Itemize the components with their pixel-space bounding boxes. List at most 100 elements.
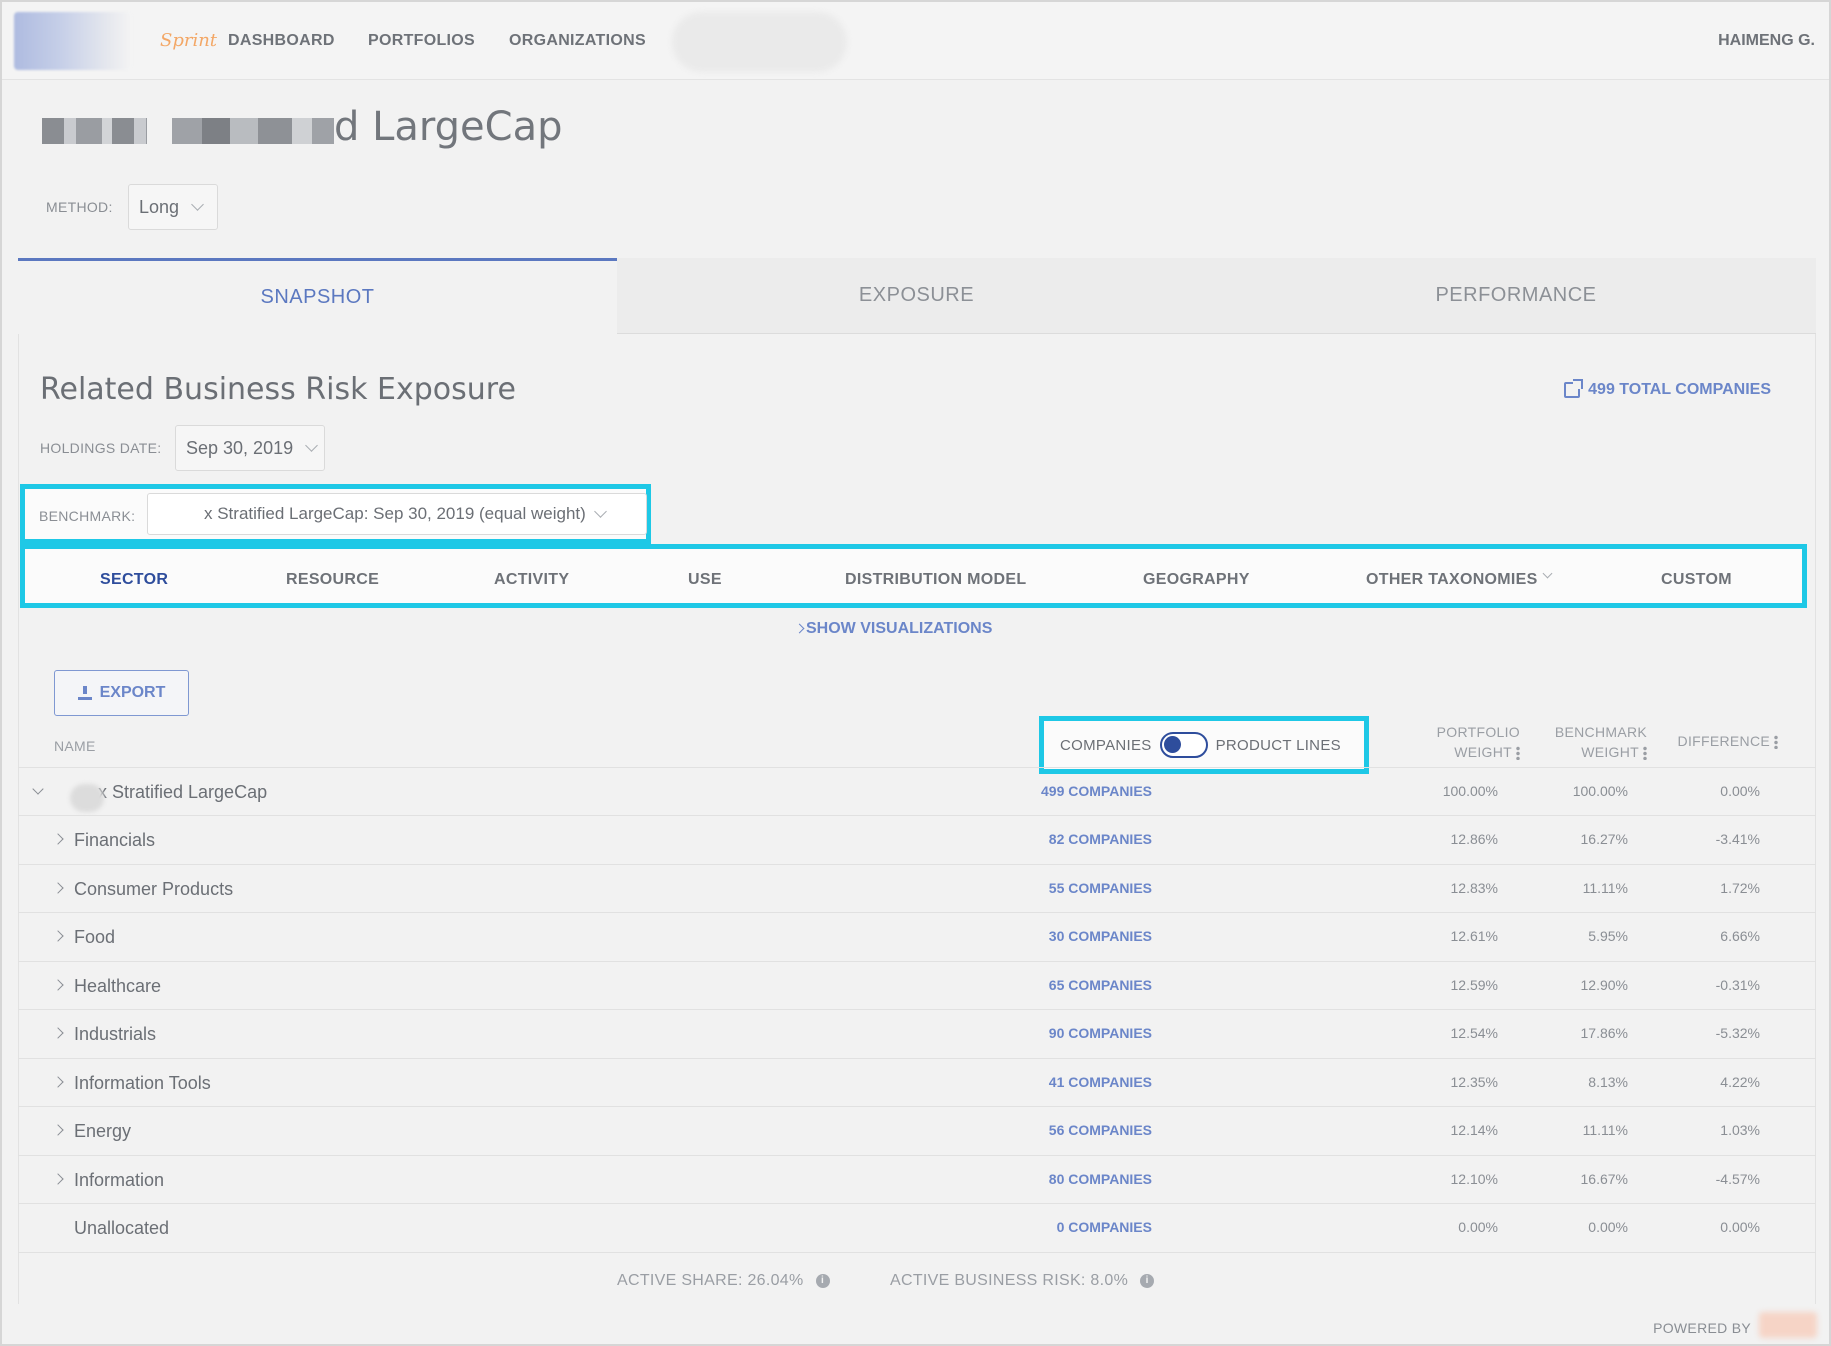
row-difference: 4.22% <box>1720 1074 1760 1090</box>
nav-portfolios[interactable]: PORTFOLIOS <box>368 32 475 50</box>
chevron-right-icon[interactable] <box>52 979 64 991</box>
row-benchmark-weight: 100.00% <box>1572 783 1628 799</box>
benchmark-weight-header[interactable]: BENCHMARK WEIGHT <box>1512 722 1647 762</box>
active-business-risk-metric: ACTIVE BUSINESS RISK: 8.0% i <box>890 1272 1155 1290</box>
row-benchmark-weight: 5.95% <box>1588 928 1628 944</box>
row-benchmark-weight: 0.00% <box>1588 1219 1628 1235</box>
difference-header-label: DIFFERENCE <box>1677 733 1770 749</box>
subtab-use[interactable]: USE <box>688 571 722 589</box>
row-difference: 0.00% <box>1720 783 1760 799</box>
row-portfolio-weight: 12.10% <box>1450 1171 1498 1187</box>
table-row[interactable]: x Stratified LargeCap 499 COMPANIES 100.… <box>18 767 1816 815</box>
row-companies-link[interactable]: 499 COMPANIES <box>1041 783 1152 799</box>
table-row[interactable]: Financials 82 COMPANIES 12.86% 16.27% -3… <box>18 815 1816 863</box>
chevron-down-icon <box>593 505 607 518</box>
table-row[interactable]: Food 30 COMPANIES 12.61% 5.95% 6.66% <box>18 912 1816 960</box>
chevron-right-icon[interactable] <box>52 1076 64 1088</box>
name-column-header: NAME <box>54 738 96 754</box>
row-companies-link[interactable]: 90 COMPANIES <box>1049 1025 1152 1041</box>
benchmark-value: x Stratified LargeCap: Sep 30, 2019 (equ… <box>204 504 586 523</box>
row-difference: -3.41% <box>1715 831 1760 847</box>
subtab-distribution-model[interactable]: DISTRIBUTION MODEL <box>845 571 1026 589</box>
benchmark-label: BENCHMARK: <box>39 508 136 524</box>
tab-performance[interactable]: PERFORMANCE <box>1216 258 1816 334</box>
subtab-other-taxonomies[interactable]: OTHER TAXONOMIES <box>1366 571 1538 589</box>
row-benchmark-weight: 12.90% <box>1580 977 1628 993</box>
holdings-date-label: HOLDINGS DATE: <box>40 440 162 456</box>
tab-snapshot[interactable]: SNAPSHOT <box>18 258 617 334</box>
total-companies-label: 499 TOTAL COMPANIES <box>1588 381 1771 398</box>
row-companies-link[interactable]: 56 COMPANIES <box>1049 1122 1152 1138</box>
benchmark-select[interactable]: x Stratified LargeCap: Sep 30, 2019 (equ… <box>147 493 647 535</box>
page-title: d LargeCap <box>334 104 563 150</box>
toggle-companies-label[interactable]: COMPANIES <box>1060 737 1152 754</box>
chevron-right-icon[interactable] <box>52 1124 64 1136</box>
info-icon[interactable]: i <box>815 1273 830 1288</box>
switch-knob <box>1163 736 1181 753</box>
info-icon[interactable]: i <box>1140 1273 1155 1288</box>
row-portfolio-weight: 12.86% <box>1450 831 1498 847</box>
row-companies-link[interactable]: 55 COMPANIES <box>1049 880 1152 896</box>
row-benchmark-weight: 11.11% <box>1582 1122 1628 1138</box>
row-name: Industrials <box>74 1024 157 1044</box>
user-menu[interactable]: HAIMENG G. <box>1718 32 1815 50</box>
subtab-custom[interactable]: CUSTOM <box>1661 571 1732 589</box>
table-row[interactable]: Consumer Products 55 COMPANIES 12.83% 11… <box>18 864 1816 912</box>
table-row[interactable]: Industrials 90 COMPANIES 12.54% 17.86% -… <box>18 1009 1816 1057</box>
row-difference: 6.66% <box>1720 928 1760 944</box>
row-name: Information Tools <box>74 1073 211 1093</box>
table-row[interactable]: Information Tools 41 COMPANIES 12.35% 8.… <box>18 1058 1816 1106</box>
row-companies-link[interactable]: 65 COMPANIES <box>1049 977 1152 993</box>
table-bottom-divider <box>18 1252 1816 1253</box>
subtab-resource[interactable]: RESOURCE <box>286 571 379 589</box>
subtab-activity[interactable]: ACTIVITY <box>494 571 569 589</box>
row-portfolio-weight: 12.54% <box>1450 1025 1498 1041</box>
row-difference: -0.31% <box>1715 977 1760 993</box>
benchmark-highlight: BENCHMARK: x Stratified LargeCap: Sep 30… <box>20 484 651 544</box>
row-companies-link[interactable]: 41 COMPANIES <box>1049 1074 1152 1090</box>
export-button[interactable]: EXPORT <box>54 670 189 716</box>
table-row[interactable]: Energy 56 COMPANIES 12.14% 11.11% 1.03% <box>18 1106 1816 1154</box>
method-value: Long <box>139 196 180 217</box>
chevron-right-icon[interactable] <box>52 930 64 942</box>
chevron-down-icon[interactable] <box>32 783 44 795</box>
tab-exposure[interactable]: EXPOSURE <box>617 258 1216 334</box>
nav-organizations[interactable]: ORGANIZATIONS <box>509 32 646 50</box>
section-title: Related Business Risk Exposure <box>40 372 516 407</box>
portfolio-weight-header[interactable]: PORTFOLIO WEIGHT <box>1402 722 1520 762</box>
chevron-right-icon[interactable] <box>52 1173 64 1185</box>
nav-dashboard[interactable]: DASHBOARD <box>228 32 335 50</box>
row-companies-link[interactable]: 30 COMPANIES <box>1049 928 1152 944</box>
subtab-geography[interactable]: GEOGRAPHY <box>1143 571 1250 589</box>
subtab-sector[interactable]: SECTOR <box>100 571 168 589</box>
column-menu-icon[interactable] <box>1774 735 1778 750</box>
benchmark-weight-header-line2: WEIGHT <box>1581 744 1639 760</box>
companies-product-switch[interactable] <box>1159 732 1208 758</box>
row-portfolio-weight: 12.35% <box>1450 1074 1498 1090</box>
method-select[interactable]: Long <box>128 184 218 230</box>
active-share-label: ACTIVE SHARE: 26.04% <box>617 1272 804 1289</box>
column-menu-icon[interactable] <box>1643 746 1647 761</box>
row-companies-link[interactable]: 0 COMPANIES <box>1057 1219 1152 1235</box>
chevron-right-icon[interactable] <box>52 833 64 845</box>
row-name: Unallocated <box>74 1218 170 1238</box>
holdings-date-select[interactable]: Sep 30, 2019 <box>175 425 325 471</box>
difference-header[interactable]: DIFFERENCE <box>1650 731 1778 751</box>
brand-label[interactable]: Sprint <box>160 30 217 51</box>
chevron-right-icon[interactable] <box>52 882 64 894</box>
logo[interactable] <box>14 12 132 70</box>
toggle-product-lines-label[interactable]: PRODUCT LINES <box>1216 737 1341 754</box>
row-name: Consumer Products <box>74 879 234 899</box>
row-portfolio-weight: 0.00% <box>1458 1219 1498 1235</box>
active-business-risk-label: ACTIVE BUSINESS RISK: 8.0% <box>890 1272 1129 1289</box>
total-companies-link[interactable]: 499 TOTAL COMPANIES <box>1564 379 1771 399</box>
table-row[interactable]: Information 80 COMPANIES 12.10% 16.67% -… <box>18 1155 1816 1203</box>
row-name: x Stratified LargeCap <box>98 782 268 802</box>
table-row[interactable]: Healthcare 65 COMPANIES 12.59% 12.90% -0… <box>18 961 1816 1009</box>
chevron-right-icon[interactable] <box>52 1027 64 1039</box>
top-nav: Sprint DASHBOARD PORTFOLIOS ORGANIZATION… <box>2 2 1829 80</box>
row-difference: 0.00% <box>1720 1219 1760 1235</box>
row-companies-link[interactable]: 82 COMPANIES <box>1049 831 1152 847</box>
row-companies-link[interactable]: 80 COMPANIES <box>1049 1171 1152 1187</box>
companies-toggle-highlight: COMPANIES PRODUCT LINES <box>1039 716 1369 774</box>
